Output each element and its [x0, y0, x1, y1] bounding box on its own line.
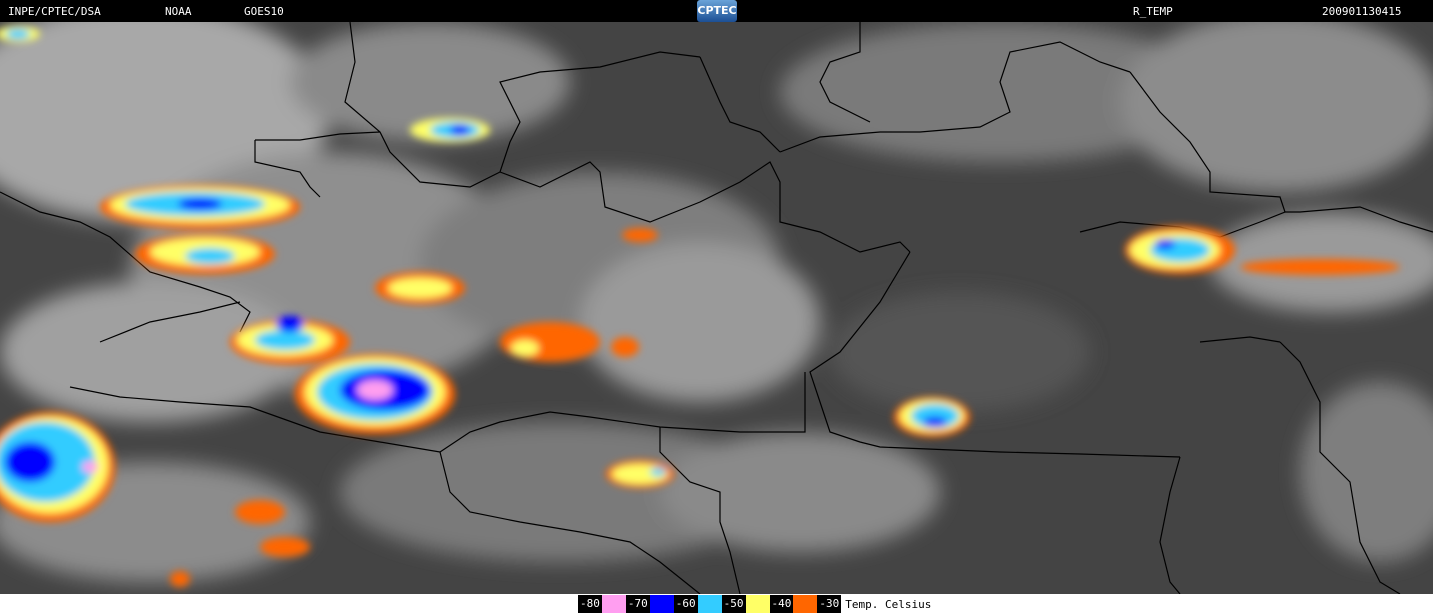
legend-swatch: [649, 595, 674, 613]
legend-swatch: [601, 595, 626, 613]
header-bar: INPE/CPTEC/DSA NOAA GOES10 CPTEC R_TEMP …: [0, 0, 1433, 22]
legend-item: -70: [625, 595, 674, 613]
legend-label: -50: [721, 595, 746, 613]
legend-label: -60: [673, 595, 698, 613]
legend-item: -50: [721, 595, 770, 613]
legend-caption: Temp. Celsius: [845, 597, 932, 611]
legend-item: -80: [578, 595, 626, 613]
satellite-image: [0, 22, 1433, 594]
satellite-label: GOES10: [244, 5, 284, 18]
cptec-logo: CPTEC: [697, 0, 737, 22]
legend-swatch: [697, 595, 722, 613]
legend-item: -60: [673, 595, 722, 613]
timestamp-label: 200901130415: [1322, 5, 1402, 18]
legend-swatch: [745, 595, 770, 613]
legend-swatch: [793, 595, 818, 613]
temperature-legend: -80 -70 -60 -50 -40 -30 Temp. Celsius: [578, 595, 931, 613]
legend-label: -70: [625, 595, 650, 613]
legend-label: -40: [769, 595, 794, 613]
legend-item: -40: [769, 595, 818, 613]
agency-label: NOAA: [165, 5, 192, 18]
product-label: R_TEMP: [1133, 5, 1173, 18]
institution-label: INPE/CPTEC/DSA: [8, 5, 101, 18]
legend-label: -30: [817, 595, 842, 613]
legend-item: -30: [817, 595, 842, 613]
legend-label: -80: [578, 595, 602, 613]
